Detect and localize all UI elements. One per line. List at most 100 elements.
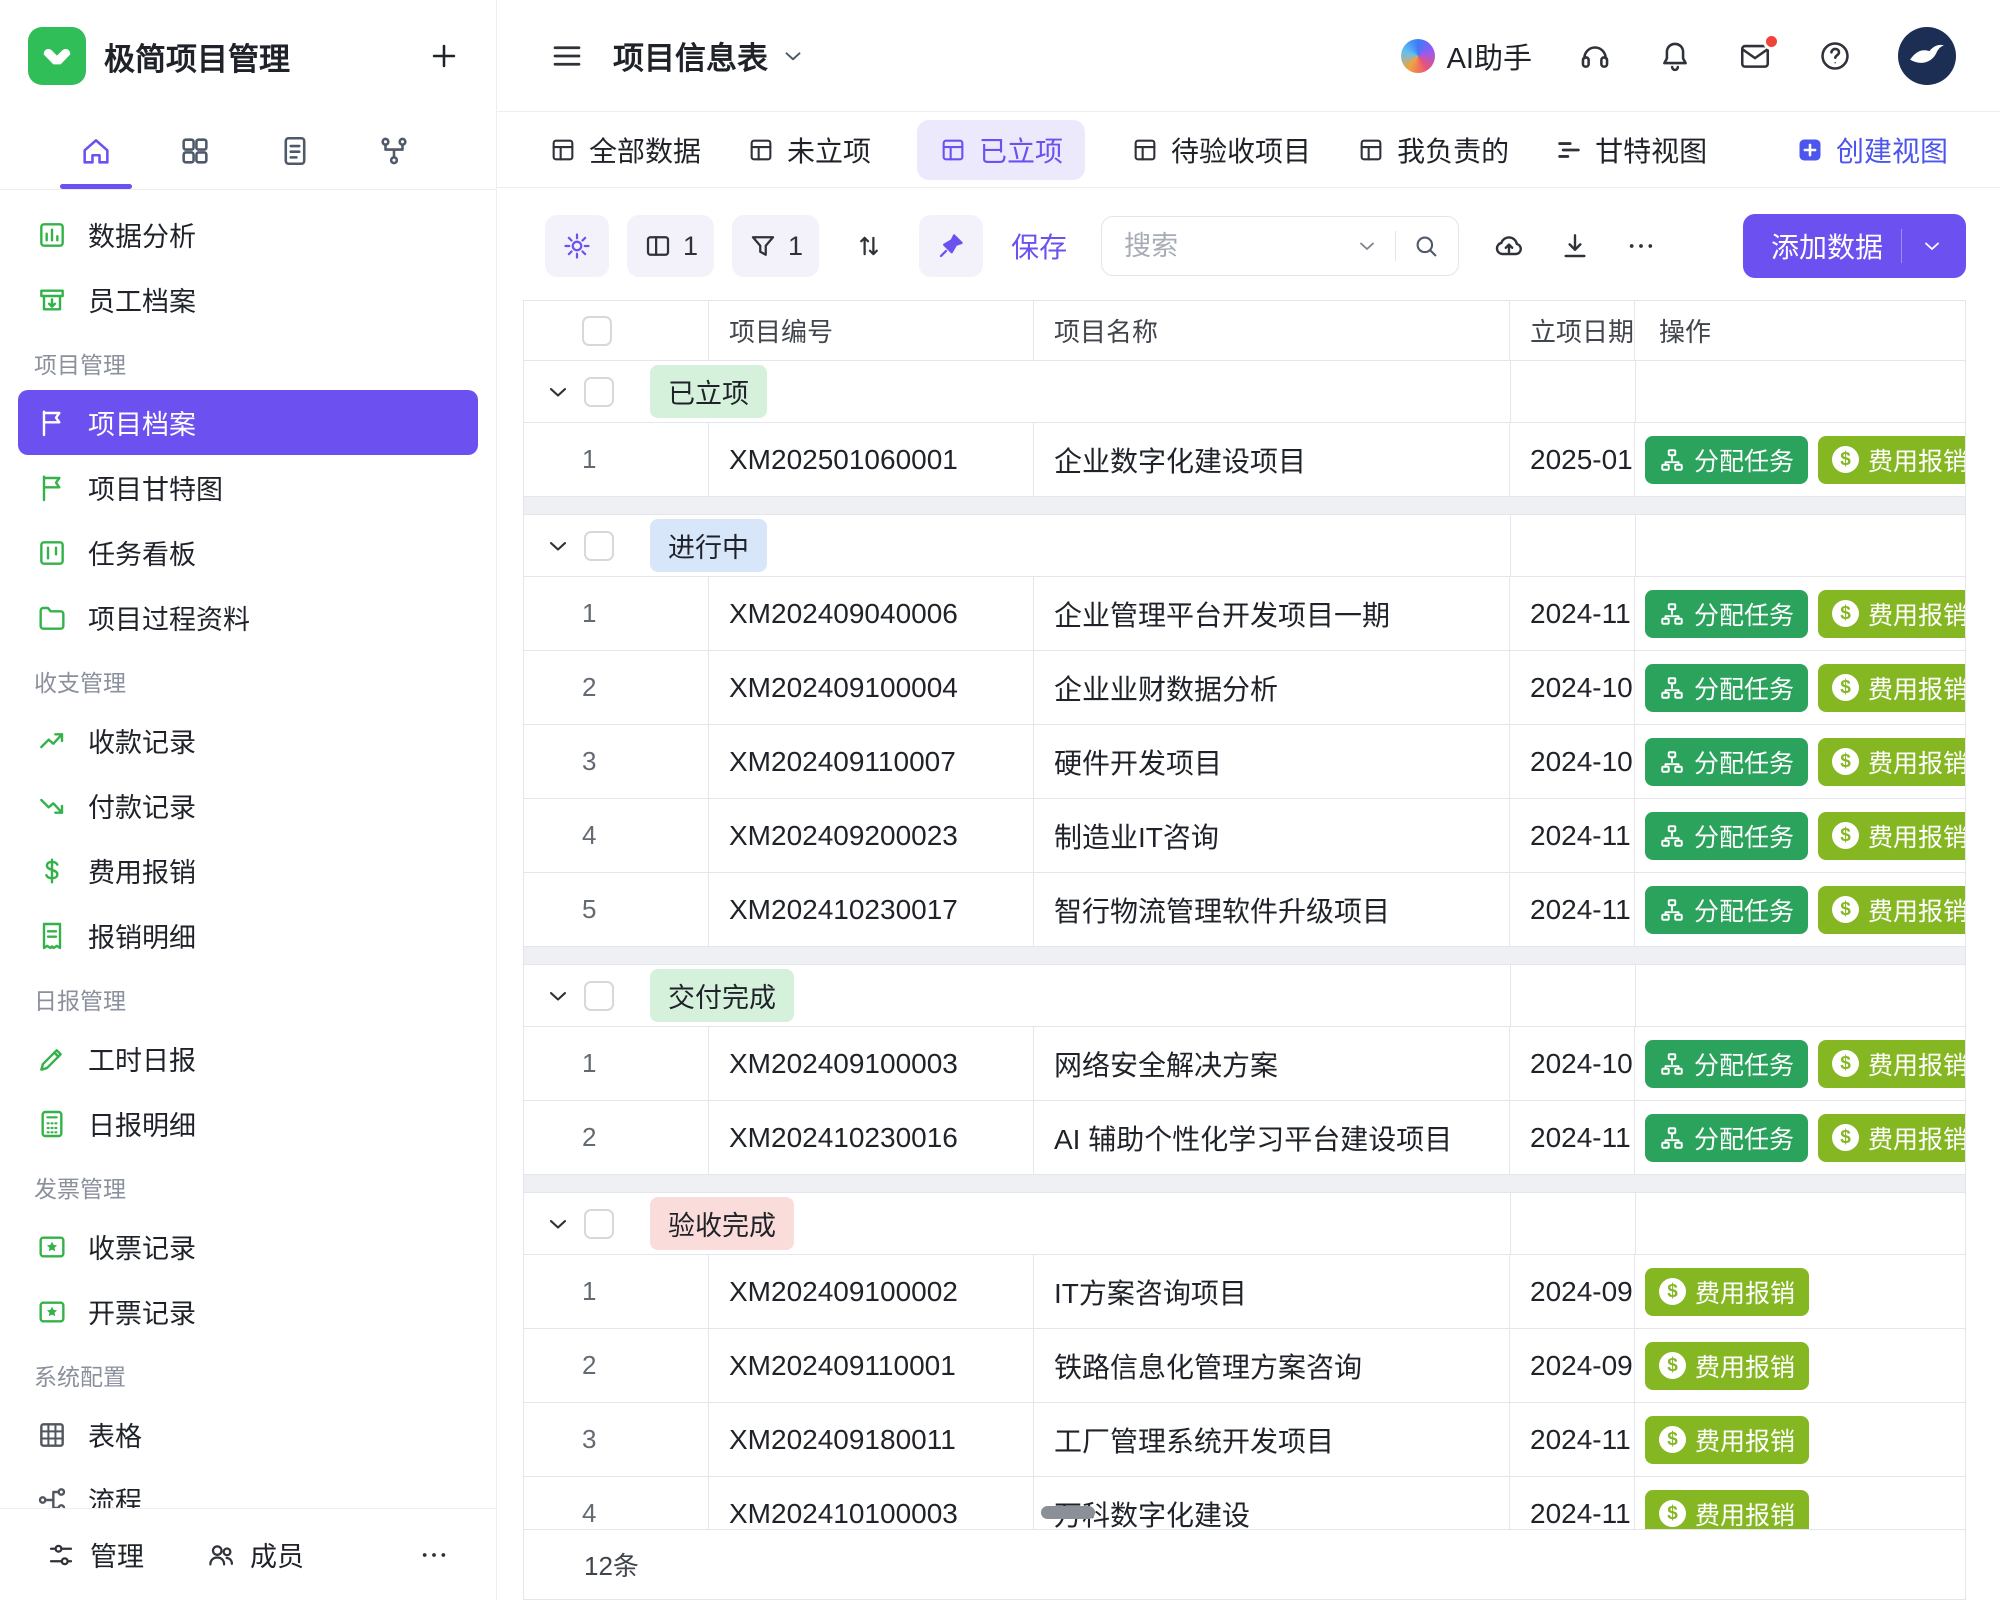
expense-claim-button[interactable]: $费用报销 [1818,664,1965,712]
create-view-button[interactable]: 创建视图 [1796,130,1948,170]
nav-apps-tab[interactable] [151,112,239,189]
inbox-button[interactable] [1738,39,1772,73]
select-all-checkbox[interactable] [582,316,612,346]
expense-claim-button[interactable]: $费用报销 [1645,1268,1809,1316]
sidebar-item[interactable]: 流程 [18,1467,478,1508]
table-row[interactable]: 3XM202409180011工厂管理系统开发项目2024-11$费用报销 [524,1403,1965,1477]
search-field-chevron-icon[interactable] [1355,234,1379,258]
save-view-button[interactable]: 保存 [1011,226,1067,266]
sidebar-item[interactable]: 日报明细 [18,1091,478,1156]
import-button[interactable] [1493,230,1525,262]
table-row[interactable]: 5XM202410230017智行物流管理软件升级项目2024-11分配任务$费… [524,873,1965,947]
sidebar-item[interactable]: 项目甘特图 [18,455,478,520]
sidebar-item[interactable]: 收票记录 [18,1214,478,1279]
members-button[interactable]: 成员 [206,1535,304,1574]
view-tab[interactable]: 甘特视图 [1555,130,1707,170]
manage-button[interactable]: 管理 [46,1535,144,1574]
field-config-button[interactable]: 1 [627,215,714,277]
expense-claim-button[interactable]: $费用报销 [1645,1416,1809,1464]
assign-task-button[interactable]: 分配任务 [1645,812,1808,860]
expense-claim-button[interactable]: $费用报销 [1645,1490,1809,1530]
support-button[interactable] [1578,39,1612,73]
user-avatar[interactable] [1898,27,1956,85]
collapse-group-button[interactable] [544,532,572,560]
search-input[interactable] [1124,231,1347,262]
sidebar-item[interactable]: 数据分析 [18,202,478,267]
ai-assistant-button[interactable]: AI助手 [1401,35,1532,77]
table-row[interactable]: 2XM202409100004企业业财数据分析2024-10分配任务$费用报销 [524,651,1965,725]
add-app-button[interactable] [422,34,466,78]
sidebar-item[interactable]: 员工档案 [18,267,478,332]
notifications-button[interactable] [1658,39,1692,73]
assign-task-button[interactable]: 分配任务 [1645,1040,1808,1088]
assign-task-button[interactable]: 分配任务 [1645,436,1808,484]
view-tab[interactable]: 全部数据 [549,130,701,170]
project-name-cell: 铁路信息化管理方案咨询 [1034,1329,1510,1402]
sidebar-item[interactable]: 开票记录 [18,1279,478,1344]
expense-claim-button[interactable]: $费用报销 [1818,812,1965,860]
expense-claim-button[interactable]: $费用报销 [1818,738,1965,786]
table-row[interactable]: 1XM202409100003网络安全解决方案2024-10分配任务$费用报销 [524,1027,1965,1101]
sidebar-item[interactable]: 付款记录 [18,773,478,838]
table-row[interactable]: 1XM202409100002IT方案咨询项目2024-09$费用报销 [524,1255,1965,1329]
sidebar-item[interactable]: 表格 [18,1402,478,1467]
collapse-sidebar-button[interactable] [549,38,585,74]
sidebar-item[interactable]: 任务看板 [18,520,478,585]
table-row[interactable]: 3XM202409110007硬件开发项目2024-10分配任务$费用报销 [524,725,1965,799]
add-data-button[interactable]: 添加数据 [1743,214,1966,278]
table-row[interactable]: 1XM202409040006企业管理平台开发项目一期2024-11分配任务$费… [524,577,1965,651]
nav-workflow-tab[interactable] [350,112,438,189]
sidebar-item[interactable]: 报销明细 [18,903,478,968]
expense-claim-button[interactable]: $费用报销 [1818,436,1965,484]
collapse-group-button[interactable] [544,378,572,406]
table-row[interactable]: 4XM202410100003万科数字化建设2024-11$费用报销 [524,1477,1965,1529]
sidebar-item[interactable]: 工时日报 [18,1026,478,1091]
view-tab[interactable]: 待验收项目 [1131,130,1311,170]
group-checkbox[interactable] [584,531,614,561]
group-checkbox[interactable] [584,1209,614,1239]
expense-claim-button[interactable]: $费用报销 [1818,1040,1965,1088]
assign-task-button[interactable]: 分配任务 [1645,886,1808,934]
sidebar-item[interactable]: 项目档案 [18,390,478,455]
assign-task-button[interactable]: 分配任务 [1645,738,1808,786]
expense-claim-button[interactable]: $费用报销 [1818,590,1965,638]
collapse-group-button[interactable] [544,1210,572,1238]
nav-home-tab[interactable] [52,112,140,189]
help-button[interactable] [1818,39,1852,73]
expense-claim-button[interactable]: $费用报销 [1818,1114,1965,1162]
sidebar-item[interactable]: 费用报销 [18,838,478,903]
expense-claim-button[interactable]: $费用报销 [1645,1342,1809,1390]
table-row[interactable]: 1XM202501060001企业数字化建设项目2025-01分配任务$费用报销 [524,423,1965,497]
collapse-group-button[interactable] [544,982,572,1010]
assign-task-button[interactable]: 分配任务 [1645,664,1808,712]
column-header-code[interactable]: 项目编号 [709,301,1034,360]
assign-task-button[interactable]: 分配任务 [1645,590,1808,638]
column-header-operations[interactable]: 操作 [1635,301,1965,360]
page-title[interactable]: 项目信息表 [613,33,806,78]
calc-icon [36,1108,68,1140]
group-checkbox[interactable] [584,981,614,1011]
more-actions-button[interactable] [1625,230,1657,262]
export-button[interactable] [1559,230,1591,262]
column-header-date[interactable]: 立项日期 [1510,301,1635,360]
view-tab[interactable]: 未立项 [747,130,871,170]
table-row[interactable]: 4XM202409200023制造业IT咨询2024-11分配任务$费用报销 [524,799,1965,873]
sidebar-more-button[interactable] [418,1539,450,1571]
column-header-name[interactable]: 项目名称 [1034,301,1510,360]
pin-button[interactable] [919,215,983,277]
group-checkbox[interactable] [584,377,614,407]
horizontal-scrollbar[interactable] [1041,1506,1095,1519]
table-row[interactable]: 2XM202410230016AI 辅助个性化学习平台建设项目2024-11分配… [524,1101,1965,1175]
settings-button[interactable] [545,215,609,277]
sidebar-item[interactable]: 收款记录 [18,708,478,773]
assign-task-button[interactable]: 分配任务 [1645,1114,1808,1162]
sort-button[interactable] [837,215,901,277]
filter-button[interactable]: 1 [732,215,819,277]
sidebar-item[interactable]: 项目过程资料 [18,585,478,650]
view-tab[interactable]: 我负责的 [1357,130,1509,170]
search-icon[interactable] [1412,232,1440,260]
view-tab[interactable]: 已立项 [917,120,1085,180]
table-row[interactable]: 2XM202409110001铁路信息化管理方案咨询2024-09$费用报销 [524,1329,1965,1403]
nav-docs-tab[interactable] [251,112,339,189]
expense-claim-button[interactable]: $费用报销 [1818,886,1965,934]
